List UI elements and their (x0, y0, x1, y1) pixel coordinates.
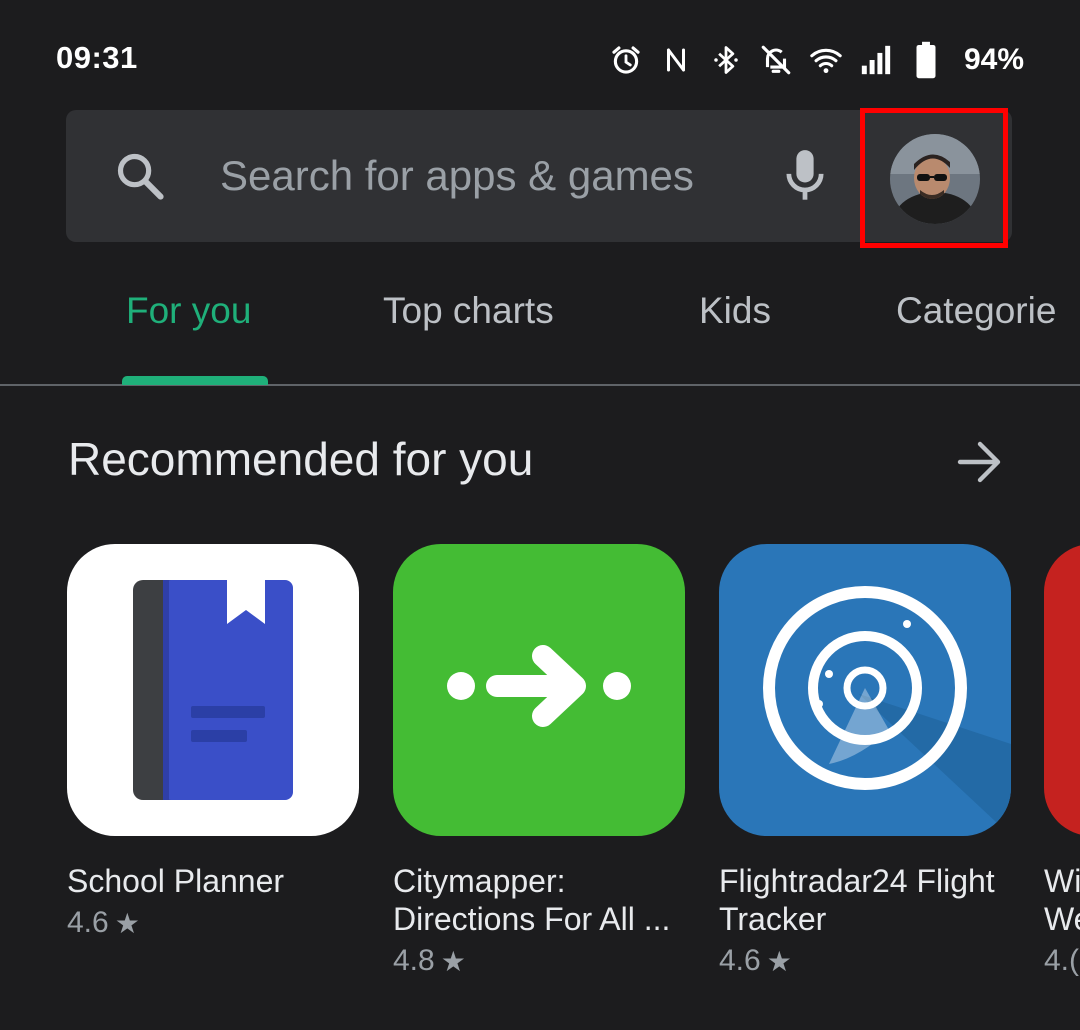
app-name-line1: Wi (1044, 863, 1080, 899)
tab-bar: For you Top charts Kids Categorie (0, 280, 1080, 386)
tab-top-charts[interactable]: Top charts (383, 290, 554, 332)
wifi-icon (808, 42, 844, 78)
status-time: 09:31 (56, 40, 138, 75)
bluetooth-icon (708, 42, 744, 78)
citymapper-icon (393, 544, 685, 836)
battery-percent: 94% (963, 43, 1024, 76)
app-card-partial[interactable]: Wi We 4.( (1044, 544, 1080, 978)
star-icon: ★ (114, 907, 140, 939)
rating-value: 4.6 (719, 944, 761, 977)
rating-value: 4.8 (393, 944, 435, 977)
mic-icon[interactable] (782, 148, 828, 204)
avatar[interactable] (890, 134, 980, 224)
status-bar: 09:31 94% (0, 0, 1080, 110)
tab-kids[interactable]: Kids (699, 290, 771, 332)
app-rating: 4.6 ★ (719, 944, 1011, 978)
search-icon (114, 150, 166, 202)
app-card-flightradar24[interactable]: Flightradar24 Flight Tracker 4.6 ★ (719, 544, 1011, 978)
app-card-citymapper[interactable]: Citymapper: Directions For All ... 4.8 ★ (393, 544, 685, 978)
nfc-icon (658, 42, 694, 78)
tab-categories[interactable]: Categorie (896, 290, 1056, 332)
section-title: Recommended for you (68, 433, 534, 485)
app-rating: 4.8 ★ (393, 944, 685, 978)
partial-app-icon (1044, 544, 1080, 836)
app-rating: 4.6 ★ (67, 906, 359, 940)
app-name-line2: We (1044, 901, 1080, 937)
tab-for-you[interactable]: For you (126, 290, 251, 332)
signal-icon (858, 42, 894, 78)
rating-value: 4.6 (67, 906, 109, 939)
school-planner-icon (67, 544, 359, 836)
status-icons: 94% (608, 38, 1024, 82)
app-card-school-planner[interactable]: School Planner 4.6 ★ (67, 544, 359, 940)
app-name: Flightradar24 Flight Tracker (719, 863, 995, 937)
star-icon: ★ (766, 945, 792, 977)
rating-value: 4.( (1044, 944, 1080, 977)
flightradar24-icon (719, 544, 1011, 836)
tab-indicator (122, 376, 268, 385)
search-bar[interactable] (66, 108, 1012, 248)
search-input[interactable] (220, 138, 760, 214)
alarm-icon (608, 42, 644, 78)
app-name: School Planner (67, 863, 285, 899)
arrow-right-icon[interactable] (956, 440, 1004, 484)
notifications-off-icon (758, 42, 794, 78)
battery-icon (908, 41, 944, 79)
star-icon: ★ (440, 945, 466, 977)
app-name: Citymapper: Directions For All ... (393, 863, 671, 937)
